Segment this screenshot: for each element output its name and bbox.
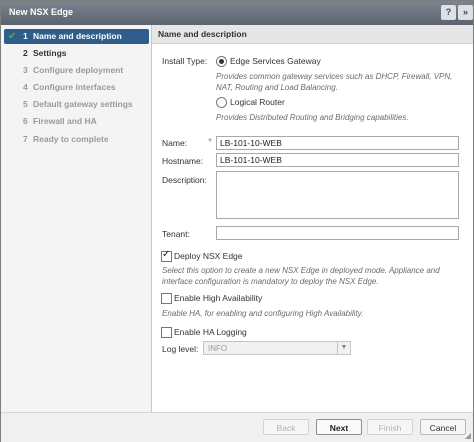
step-name-and-description[interactable]: ✔ 1 Name and description — [4, 29, 149, 44]
edge-services-gateway-radio[interactable] — [216, 56, 227, 67]
section-header: Name and description — [152, 25, 473, 44]
deploy-nsx-edge-label[interactable]: Deploy NSX Edge — [174, 251, 243, 261]
edge-services-gateway-label[interactable]: Edge Services Gateway — [230, 56, 321, 66]
finish-button[interactable]: Finish — [367, 419, 413, 435]
wizard-steps: ✔ 1 Name and description 2 Settings 3 Co… — [1, 25, 152, 412]
enable-ha-label[interactable]: Enable High Availability — [174, 293, 262, 303]
step-label: Default gateway settings — [33, 99, 133, 109]
step-default-gateway-settings: 5 Default gateway settings — [4, 97, 149, 112]
deploy-nsx-edge-hint: Select this option to create a new NSX E… — [162, 266, 440, 286]
step-number: 6 — [23, 116, 28, 126]
step-number: 7 — [23, 134, 28, 144]
step-label: Ready to complete — [33, 134, 109, 144]
step-number: 2 — [23, 48, 28, 58]
name-input[interactable] — [216, 136, 459, 150]
step-settings[interactable]: 2 Settings — [4, 46, 149, 61]
help-icon[interactable]: ? — [441, 5, 456, 20]
step-number: 3 — [23, 65, 28, 75]
chevron-down-icon: ▼ — [337, 342, 350, 354]
back-button[interactable]: Back — [263, 419, 309, 435]
step-ready-to-complete: 7 Ready to complete — [4, 132, 149, 147]
log-level-value: INFO — [208, 344, 228, 353]
tenant-input[interactable] — [216, 226, 459, 240]
step-configure-interfaces: 4 Configure interfaces — [4, 80, 149, 95]
step-label: Configure interfaces — [33, 82, 116, 92]
hostname-input[interactable] — [216, 153, 459, 167]
logical-router-label[interactable]: Logical Router — [230, 97, 285, 107]
new-nsx-edge-dialog: New NSX Edge ? » ✔ 1 Name and descriptio… — [0, 0, 474, 442]
step-label: Firewall and HA — [33, 116, 97, 126]
deploy-nsx-edge-checkbox[interactable] — [161, 249, 172, 262]
logical-router-hint: Provides Distributed Routing and Bridgin… — [216, 113, 409, 122]
required-icon: * — [208, 137, 212, 148]
enable-ha-checkbox[interactable] — [161, 293, 172, 304]
step-number: 5 — [23, 99, 28, 109]
step-number: 4 — [23, 82, 28, 92]
enable-ha-logging-label[interactable]: Enable HA Logging — [174, 327, 247, 337]
section-title: Name and description — [158, 29, 247, 39]
description-textarea[interactable] — [216, 171, 459, 219]
logical-router-radio[interactable] — [216, 97, 227, 108]
step-number: 1 — [23, 31, 28, 41]
expand-icon[interactable]: » — [458, 5, 473, 20]
title-bar: New NSX Edge ? » — [1, 1, 473, 25]
enable-ha-logging-checkbox[interactable] — [161, 327, 172, 338]
hostname-label: Hostname: — [162, 156, 204, 166]
install-type-label: Install Type: — [162, 56, 208, 66]
next-button[interactable]: Next — [316, 419, 362, 435]
step-firewall-and-ha: 6 Firewall and HA — [4, 114, 149, 129]
step-label: Settings — [33, 48, 67, 58]
tenant-label: Tenant: — [162, 229, 190, 239]
content-panel: Name and description Install Type: Edge … — [152, 25, 473, 412]
step-label: Name and description — [33, 31, 122, 41]
step-configure-deployment: 3 Configure deployment — [4, 63, 149, 78]
resize-grip-icon[interactable]: ◢ — [465, 431, 471, 440]
log-level-select: INFO ▼ — [203, 341, 351, 355]
window-title: New NSX Edge — [9, 7, 74, 17]
name-label: Name: — [162, 138, 188, 148]
step-label: Configure deployment — [33, 65, 124, 75]
check-icon: ✔ — [8, 31, 17, 42]
log-level-label: Log level: — [162, 344, 199, 354]
edge-services-gateway-hint: Provides common gateway services such as… — [216, 72, 453, 92]
cancel-button[interactable]: Cancel — [420, 419, 466, 435]
enable-ha-hint: Enable HA, for enabling and configuring … — [162, 309, 364, 318]
description-label: Description: — [162, 175, 207, 185]
footer: Back Next Finish Cancel ◢ — [1, 412, 473, 442]
